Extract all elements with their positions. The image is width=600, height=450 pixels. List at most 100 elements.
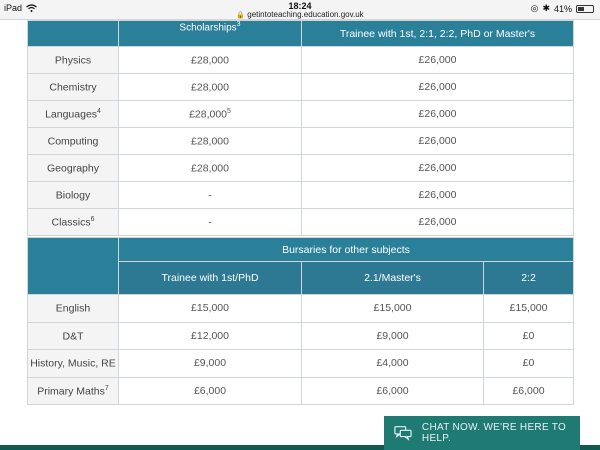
bursary-value-cell: £15,000 (301, 294, 484, 323)
subject-label: Geography (47, 162, 99, 175)
bursary-value-cell: £0 (483, 349, 574, 378)
battery-fill (578, 6, 584, 11)
scholarships-header: Scholarships3 (118, 20, 302, 47)
subject-header-blank (27, 20, 119, 47)
row-subject: Physics (27, 46, 119, 74)
bursary-row: D&T £12,000 £9,000 £0 (27, 321, 574, 350)
bluetooth-icon: ✱ (542, 3, 550, 13)
scholarship-row: Physics £28,000 £26,000 (27, 46, 574, 74)
scholarship-note: 5 (227, 107, 231, 115)
scholarship-cell: £28,000 (118, 154, 302, 182)
bursaries-table: Bursaries for other subjects Trainee wit… (27, 237, 574, 405)
chat-bubbles-icon (394, 426, 412, 441)
scholarship-row: Computing £28,000 £26,000 (27, 127, 574, 155)
subject-label: Chemistry (49, 81, 97, 94)
subject-label: English (55, 302, 91, 315)
row-subject: Biology (27, 181, 119, 209)
row-subject: Geography (27, 154, 119, 182)
chat-now-label: CHAT NOW. WE'RE HERE TO HELP. (421, 422, 567, 444)
scholarship-row: Biology - £26,000 (27, 181, 574, 209)
bursary-value-cell: £15,000 (118, 294, 302, 323)
bursary-value-cell: £12,000 (118, 321, 302, 350)
bursary-cell: £26,000 (301, 208, 574, 236)
bursary-cell: £26,000 (301, 100, 574, 128)
subject-label: Primary Maths (37, 385, 105, 397)
address-bar[interactable]: 🔒 getintoteaching.education.gov.uk (0, 10, 600, 19)
scholarship-cell: - (118, 208, 302, 236)
scholarship-value: £28,000 (191, 162, 229, 175)
row-subject: Computing (27, 127, 119, 155)
scholarship-value: - (208, 189, 212, 202)
bursary-value-cell: £6,000 (118, 376, 302, 405)
trainee-header: Trainee with 1st, 2:1, 2:2, PhD or Maste… (301, 20, 574, 47)
scholarship-row: Geography £28,000 £26,000 (27, 154, 574, 182)
subject-note: 6 (90, 215, 95, 223)
bursary-cell: £26,000 (301, 127, 574, 155)
subject-label: History, Music, RE (30, 357, 116, 370)
bursary-cell: £26,000 (301, 181, 574, 209)
bursary-value-cell: £4,000 (301, 349, 484, 378)
bursary-value-cell: £6,000 (483, 376, 574, 405)
bursaries-body: English £15,000 £15,000 £15,000 D&T £12,000 £9… (27, 294, 574, 405)
subject-note: 4 (97, 107, 101, 115)
subject-label: Physics (54, 54, 92, 67)
col-2-2: 2:2 (483, 261, 574, 295)
orientation-lock-icon: ◎ (530, 3, 539, 13)
bursary-cell: £26,000 (301, 154, 574, 182)
row-subject: Primary Maths7 (27, 376, 119, 405)
subject-note: 7 (104, 384, 109, 392)
scholarships-table: Scholarships3 Trainee with 1st, 2:1, 2:2… (27, 20, 574, 236)
scholarships-header-label: Scholarships (179, 22, 237, 34)
row-subject: Chemistry (27, 73, 119, 101)
subject-label: Computing (47, 135, 99, 148)
row-subject: Classics6 (27, 208, 119, 236)
col-trainee-1st-phd: Trainee with 1st/PhD (118, 261, 302, 295)
scholarship-row: Classics6 - £26,000 (27, 208, 574, 236)
subject-label: Languages (45, 108, 98, 121)
bursary-value-cell: £15,000 (483, 294, 574, 323)
bursary-row: English £15,000 £15,000 £15,000 (27, 294, 574, 323)
bursary-value-cell: £9,000 (118, 349, 302, 378)
scholarship-value: £28,000 (189, 108, 228, 121)
chat-now-button[interactable]: CHAT NOW. WE'RE HERE TO HELP. (384, 416, 580, 450)
bursary-row: Primary Maths7 £6,000 £6,000 £6,000 (27, 376, 574, 405)
status-right: ◎ ✱ 41% (531, 3, 594, 14)
bursary-cell: £26,000 (301, 46, 574, 74)
bursary-cell: £26,000 (301, 73, 574, 101)
ios-status-bar: iPad 18:24 🔒 getintoteaching.education.g… (0, 0, 600, 20)
bursary-value-cell: £9,000 (301, 321, 484, 350)
row-subject: Languages4 (27, 100, 119, 128)
bursary-value-cell: £0 (483, 321, 574, 350)
scholarships-header-note: 3 (236, 21, 241, 28)
scholarship-value: £28,000 (191, 54, 229, 67)
scholarship-value: - (208, 216, 212, 229)
scholarships-body: Physics £28,000 £26,000 Chemistry £28,000 £26… (27, 46, 574, 236)
address-url: getintoteaching.education.gov.uk (247, 10, 364, 19)
row-subject: English (27, 294, 119, 323)
scholarship-cell: £28,0005 (118, 100, 302, 128)
scholarship-value: £28,000 (191, 81, 229, 94)
row-subject: D&T (27, 321, 119, 350)
row-subject: History, Music, RE (27, 349, 119, 378)
scholarship-cell: - (118, 181, 302, 209)
bursaries-title-row: Bursaries for other subjects (27, 237, 574, 295)
bursaries-title: Bursaries for other subjects (118, 237, 574, 262)
page-content: Scholarships3 Trainee with 1st, 2:1, 2:2… (0, 20, 600, 450)
subject-label: Biology (55, 189, 91, 202)
scholarship-value: £28,000 (191, 135, 229, 148)
bursary-value-cell: £6,000 (301, 376, 484, 405)
battery-percent: 41% (553, 3, 572, 14)
scholarship-cell: £28,000 (118, 46, 302, 74)
col-2-1-masters: 2.1/Master's (301, 261, 484, 295)
bursaries-subject-blank (27, 237, 119, 295)
scholarship-row: Languages4 £28,0005 £26,000 (27, 100, 574, 128)
scholarship-cell: £28,000 (118, 127, 302, 155)
scholarships-header-row: Scholarships3 Trainee with 1st, 2:1, 2:2… (27, 20, 574, 47)
bursary-row: History, Music, RE £9,000 £4,000 £0 (27, 349, 574, 378)
subject-label: Classics (51, 216, 91, 229)
lock-icon: 🔒 (236, 12, 246, 19)
subject-label: D&T (62, 330, 84, 342)
scholarship-row: Chemistry £28,000 £26,000 (27, 73, 574, 101)
scholarship-cell: £28,000 (118, 73, 302, 101)
battery-icon (576, 4, 594, 13)
